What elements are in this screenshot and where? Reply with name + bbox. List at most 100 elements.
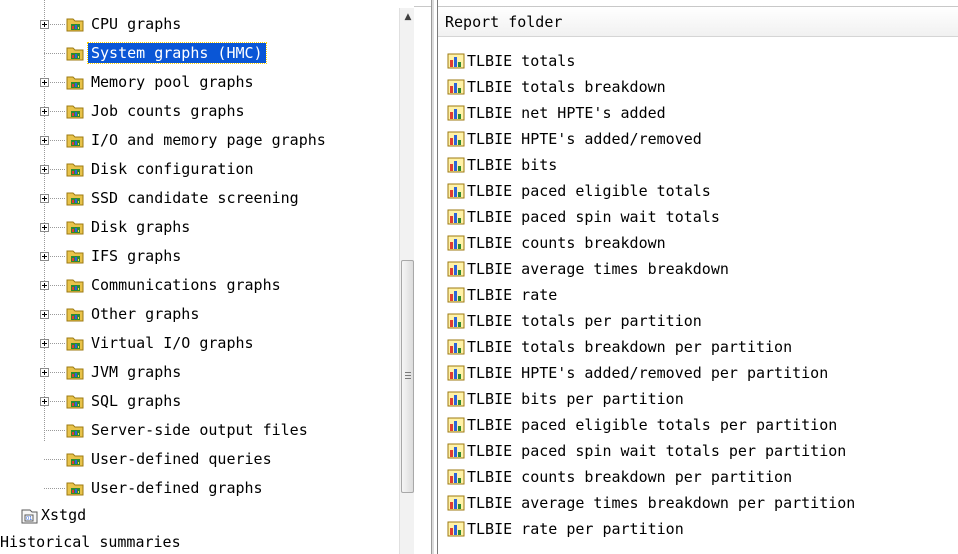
report-item[interactable]: TLBIE counts breakdown: [447, 230, 666, 256]
graph-folder-icon: [66, 221, 84, 235]
report-item[interactable]: TLBIE paced eligible totals: [447, 178, 711, 204]
tree-item-label: Memory pool graphs: [91, 73, 254, 91]
tree-item-label: Job counts graphs: [91, 102, 245, 120]
report-item[interactable]: TLBIE totals per partition: [447, 308, 702, 334]
bar-chart-icon: [447, 417, 465, 433]
tree-scrollbar[interactable]: ▲: [399, 8, 414, 554]
bar-chart-icon: [447, 209, 465, 225]
graph-folder-icon: [66, 18, 84, 32]
scroll-grip-icon: [405, 375, 411, 376]
expand-icon[interactable]: [40, 339, 49, 348]
report-item[interactable]: TLBIE paced spin wait totals: [447, 204, 720, 230]
tree-item-label: User-defined graphs: [91, 479, 263, 497]
report-item[interactable]: TLBIE bits per partition: [447, 386, 684, 412]
report-item[interactable]: TLBIE average times breakdown: [447, 256, 729, 282]
bar-chart-icon: [447, 469, 465, 485]
tree-item-label: Other graphs: [91, 305, 200, 323]
tree-item-label: IFS graphs: [91, 247, 182, 265]
report-label: TLBIE totals: [467, 52, 576, 70]
expand-icon[interactable]: [40, 310, 49, 319]
bar-chart-icon: [447, 53, 465, 69]
report-label: TLBIE totals breakdown per partition: [467, 338, 793, 356]
report-label: TLBIE net HPTE's added: [467, 104, 666, 122]
expand-icon[interactable]: [40, 107, 49, 116]
bar-chart-icon: [447, 339, 465, 355]
bar-chart-icon: [447, 183, 465, 199]
tree-item-label: Communications graphs: [91, 276, 281, 294]
scroll-thumb[interactable]: [401, 260, 414, 493]
expand-icon[interactable]: [40, 281, 49, 290]
scroll-grip-icon: [405, 372, 411, 373]
graph-folder-icon: [66, 47, 84, 61]
report-label: TLBIE rate: [467, 286, 558, 304]
expand-icon[interactable]: [40, 78, 49, 87]
tree-item-label: JVM graphs: [91, 363, 182, 381]
bar-chart-icon: [447, 157, 465, 173]
report-item[interactable]: TLBIE counts breakdown per partition: [447, 464, 792, 490]
bar-chart-icon: [447, 131, 465, 147]
report-label: TLBIE paced spin wait totals: [467, 208, 720, 226]
graph-folder-icon: [66, 366, 84, 380]
tree-item-label: Xstgd: [41, 506, 87, 524]
report-label: TLBIE counts breakdown: [467, 234, 666, 252]
graph-folder-icon: [66, 279, 84, 293]
graph-folder-icon: [66, 163, 84, 177]
report-folder-header[interactable]: Report folder: [438, 6, 958, 37]
graph-folder-icon: [66, 453, 84, 467]
graph-folder-icon: [66, 308, 84, 322]
report-label: TLBIE HPTE's added/removed: [467, 130, 702, 148]
tree-item-label: I/O and memory page graphs: [91, 131, 326, 149]
expand-icon[interactable]: [40, 20, 49, 29]
report-item[interactable]: TLBIE HPTE's added/removed per partition: [447, 360, 828, 386]
report-item[interactable]: TLBIE rate: [447, 282, 557, 308]
report-item[interactable]: TLBIE average times breakdown per partit…: [447, 490, 855, 516]
report-label: TLBIE bits per partition: [467, 390, 684, 408]
graph-folder-icon: [66, 482, 84, 496]
report-item[interactable]: TLBIE totals breakdown per partition: [447, 334, 792, 360]
report-label: TLBIE totals breakdown: [467, 78, 666, 96]
bar-chart-icon: [447, 105, 465, 121]
report-label: TLBIE paced spin wait totals per partiti…: [467, 442, 847, 460]
scroll-up-button[interactable]: ▲: [400, 8, 414, 26]
expand-icon[interactable]: [40, 165, 49, 174]
bar-chart-icon: [447, 313, 465, 329]
report-item[interactable]: TLBIE paced spin wait totals per partiti…: [447, 438, 846, 464]
report-item[interactable]: TLBIE paced eligible totals per partitio…: [447, 412, 837, 438]
report-item[interactable]: TLBIE net HPTE's added: [447, 100, 666, 126]
report-item[interactable]: TLBIE totals breakdown: [447, 74, 666, 100]
graph-folder-icon: [66, 395, 84, 409]
bar-chart-icon: [447, 287, 465, 303]
expand-icon[interactable]: [40, 252, 49, 261]
report-label: TLBIE HPTE's added/removed per partition: [467, 364, 829, 382]
expand-icon[interactable]: [40, 397, 49, 406]
report-item[interactable]: TLBIE HPTE's added/removed: [447, 126, 702, 152]
report-item[interactable]: TLBIE totals: [447, 48, 575, 74]
expand-icon[interactable]: [40, 194, 49, 203]
report-item[interactable]: TLBIE bits: [447, 152, 557, 178]
tree-item-label: Virtual I/O graphs: [91, 334, 254, 352]
tree-item-label: CPU graphs: [91, 15, 182, 33]
report-item[interactable]: TLBIE rate per partition: [447, 516, 684, 542]
graph-folder-icon: [66, 134, 84, 148]
report-label: TLBIE totals per partition: [467, 312, 702, 330]
report-label: TLBIE paced eligible totals per partitio…: [467, 416, 838, 434]
expand-icon[interactable]: [40, 368, 49, 377]
graph-folder-icon: [66, 76, 84, 90]
pane-splitter[interactable]: [431, 0, 434, 554]
report-panel: Report folder TLBIE totals TLBIE totals …: [437, 0, 958, 554]
tree-item-label: Historical summaries: [0, 533, 181, 551]
report-folder-header-label: Report folder: [445, 12, 563, 31]
bar-chart-icon: [447, 261, 465, 277]
tree-item-label: Disk graphs: [91, 218, 191, 236]
expand-icon[interactable]: [40, 223, 49, 232]
report-label: TLBIE bits: [467, 156, 558, 174]
bar-chart-icon: [447, 495, 465, 511]
tree-item-label: System graphs (HMC): [87, 42, 267, 64]
bar-chart-icon: [447, 391, 465, 407]
bar-chart-icon: [447, 235, 465, 251]
graph-folder-icon: [66, 424, 84, 438]
graph-folder-icon: [66, 192, 84, 206]
expand-icon[interactable]: [40, 136, 49, 145]
tree-item-label: Server-side output files: [91, 421, 308, 439]
svg-text:01: 01: [26, 516, 32, 522]
